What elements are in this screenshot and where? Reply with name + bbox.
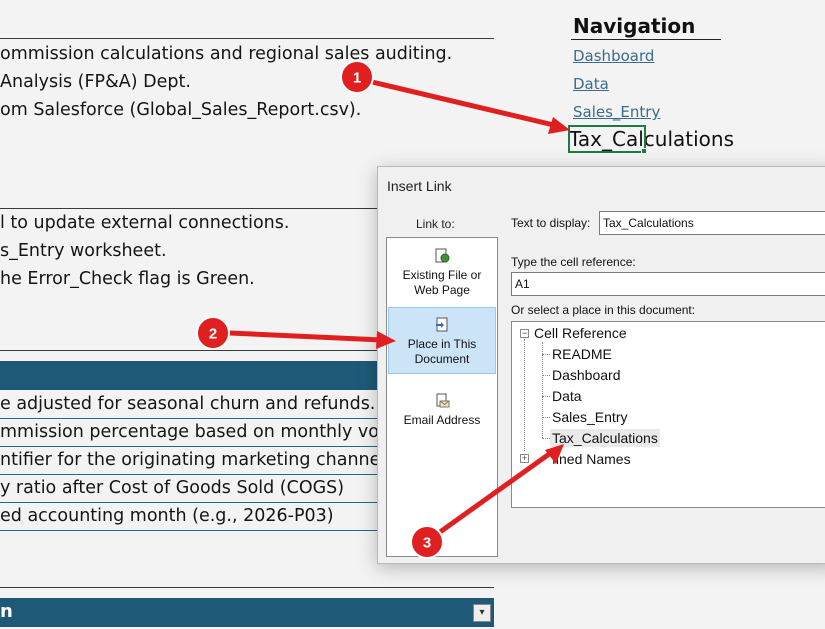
tree-connector bbox=[542, 396, 550, 397]
definition-row[interactable]: ed accounting month (e.g., 2026-P03) bbox=[0, 503, 380, 531]
tree-connector bbox=[542, 354, 550, 355]
email-address-icon bbox=[436, 393, 450, 408]
navigation-title: Navigation bbox=[573, 14, 696, 38]
link-to-place-in-document[interactable]: Place in This Document bbox=[388, 307, 496, 374]
fill-handle[interactable] bbox=[641, 148, 647, 154]
link-to-place-line1: Place in This bbox=[407, 337, 477, 351]
existing-file-icon bbox=[435, 248, 450, 263]
definition-row[interactable]: mmission percentage based on monthly vo bbox=[0, 419, 380, 447]
tree-connector bbox=[542, 375, 550, 376]
definition-row[interactable]: e adjusted for seasonal churn and refund… bbox=[0, 391, 380, 419]
cell-reference-label: Type the cell reference: bbox=[511, 255, 636, 269]
instruction-line-2: s_Entry worksheet. bbox=[0, 241, 167, 261]
document-places-tree[interactable]: − Cell Reference README Dashboard Data S… bbox=[511, 321, 825, 508]
active-cell-tax-calculations[interactable]: Tax_Calculations bbox=[568, 125, 734, 154]
active-cell-border bbox=[568, 125, 646, 153]
overview-line-3: om Salesforce (Global_Sales_Report.csv). bbox=[0, 100, 362, 120]
tree-connector bbox=[524, 339, 525, 451]
navigation-rule bbox=[571, 39, 721, 40]
text-to-display-input[interactable]: Tax_Calculations bbox=[599, 211, 825, 235]
tree-connector bbox=[542, 438, 550, 439]
overview-line-1: ommission calculations and regional sale… bbox=[0, 44, 453, 64]
filter-dropdown-icon[interactable]: ▾ bbox=[473, 604, 491, 622]
tree-connector bbox=[542, 417, 550, 418]
nav-link-sales-entry[interactable]: Sales_Entry bbox=[573, 103, 660, 121]
definition-row[interactable]: y ratio after Cost of Goods Sold (COGS) bbox=[0, 475, 380, 503]
link-to-existing-file[interactable]: Existing File or Web Page bbox=[388, 248, 496, 302]
section-rule bbox=[0, 587, 494, 588]
tree-item-data[interactable]: Data bbox=[552, 387, 582, 405]
tree-item-readme[interactable]: README bbox=[552, 345, 612, 363]
instruction-line-1: l to update external connections. bbox=[0, 213, 290, 233]
tree-item-tax-calculations[interactable]: Tax_Calculations bbox=[550, 429, 660, 447]
dialog-title: Insert Link bbox=[387, 178, 452, 194]
instruction-line-3: he Error_Check flag is Green. bbox=[0, 269, 255, 289]
nav-link-data[interactable]: Data bbox=[573, 75, 609, 93]
insert-link-dialog: Insert Link Link to: Existing File or We… bbox=[377, 166, 825, 564]
tree-item-defined-names[interactable]: fined Names bbox=[552, 450, 631, 468]
link-to-existing-file-line2: Web Page bbox=[414, 283, 470, 297]
definition-row[interactable]: ntifier for the originating marketing ch… bbox=[0, 447, 380, 475]
link-to-existing-file-line1: Existing File or bbox=[402, 268, 482, 282]
tree-item-cell-reference[interactable]: Cell Reference bbox=[534, 324, 627, 342]
link-to-email-address[interactable]: Email Address bbox=[388, 393, 496, 433]
tree-item-sales-entry[interactable]: Sales_Entry bbox=[552, 408, 627, 426]
nav-link-dashboard[interactable]: Dashboard bbox=[573, 47, 654, 65]
link-to-label: Link to: bbox=[416, 217, 455, 231]
tree-item-dashboard[interactable]: Dashboard bbox=[552, 366, 621, 384]
link-to-place-line2: Document bbox=[414, 352, 470, 366]
select-place-label: Or select a place in this document: bbox=[511, 303, 696, 317]
overview-line-2: Analysis (FP&A) Dept. bbox=[0, 72, 191, 92]
cell-reference-input[interactable]: A1 bbox=[511, 272, 825, 296]
link-to-email-label: Email Address bbox=[403, 413, 481, 427]
place-in-document-icon bbox=[436, 317, 448, 332]
section-rule bbox=[0, 38, 494, 39]
tree-connector bbox=[542, 342, 543, 438]
table-header-band: n ▾ bbox=[0, 598, 494, 627]
collapse-icon[interactable]: − bbox=[520, 329, 529, 338]
table-header-label: n bbox=[0, 601, 13, 622]
expand-icon[interactable]: + bbox=[520, 454, 529, 463]
text-to-display-label: Text to display: bbox=[511, 216, 591, 230]
link-to-panel: Existing File or Web Page Place in This … bbox=[386, 237, 498, 557]
